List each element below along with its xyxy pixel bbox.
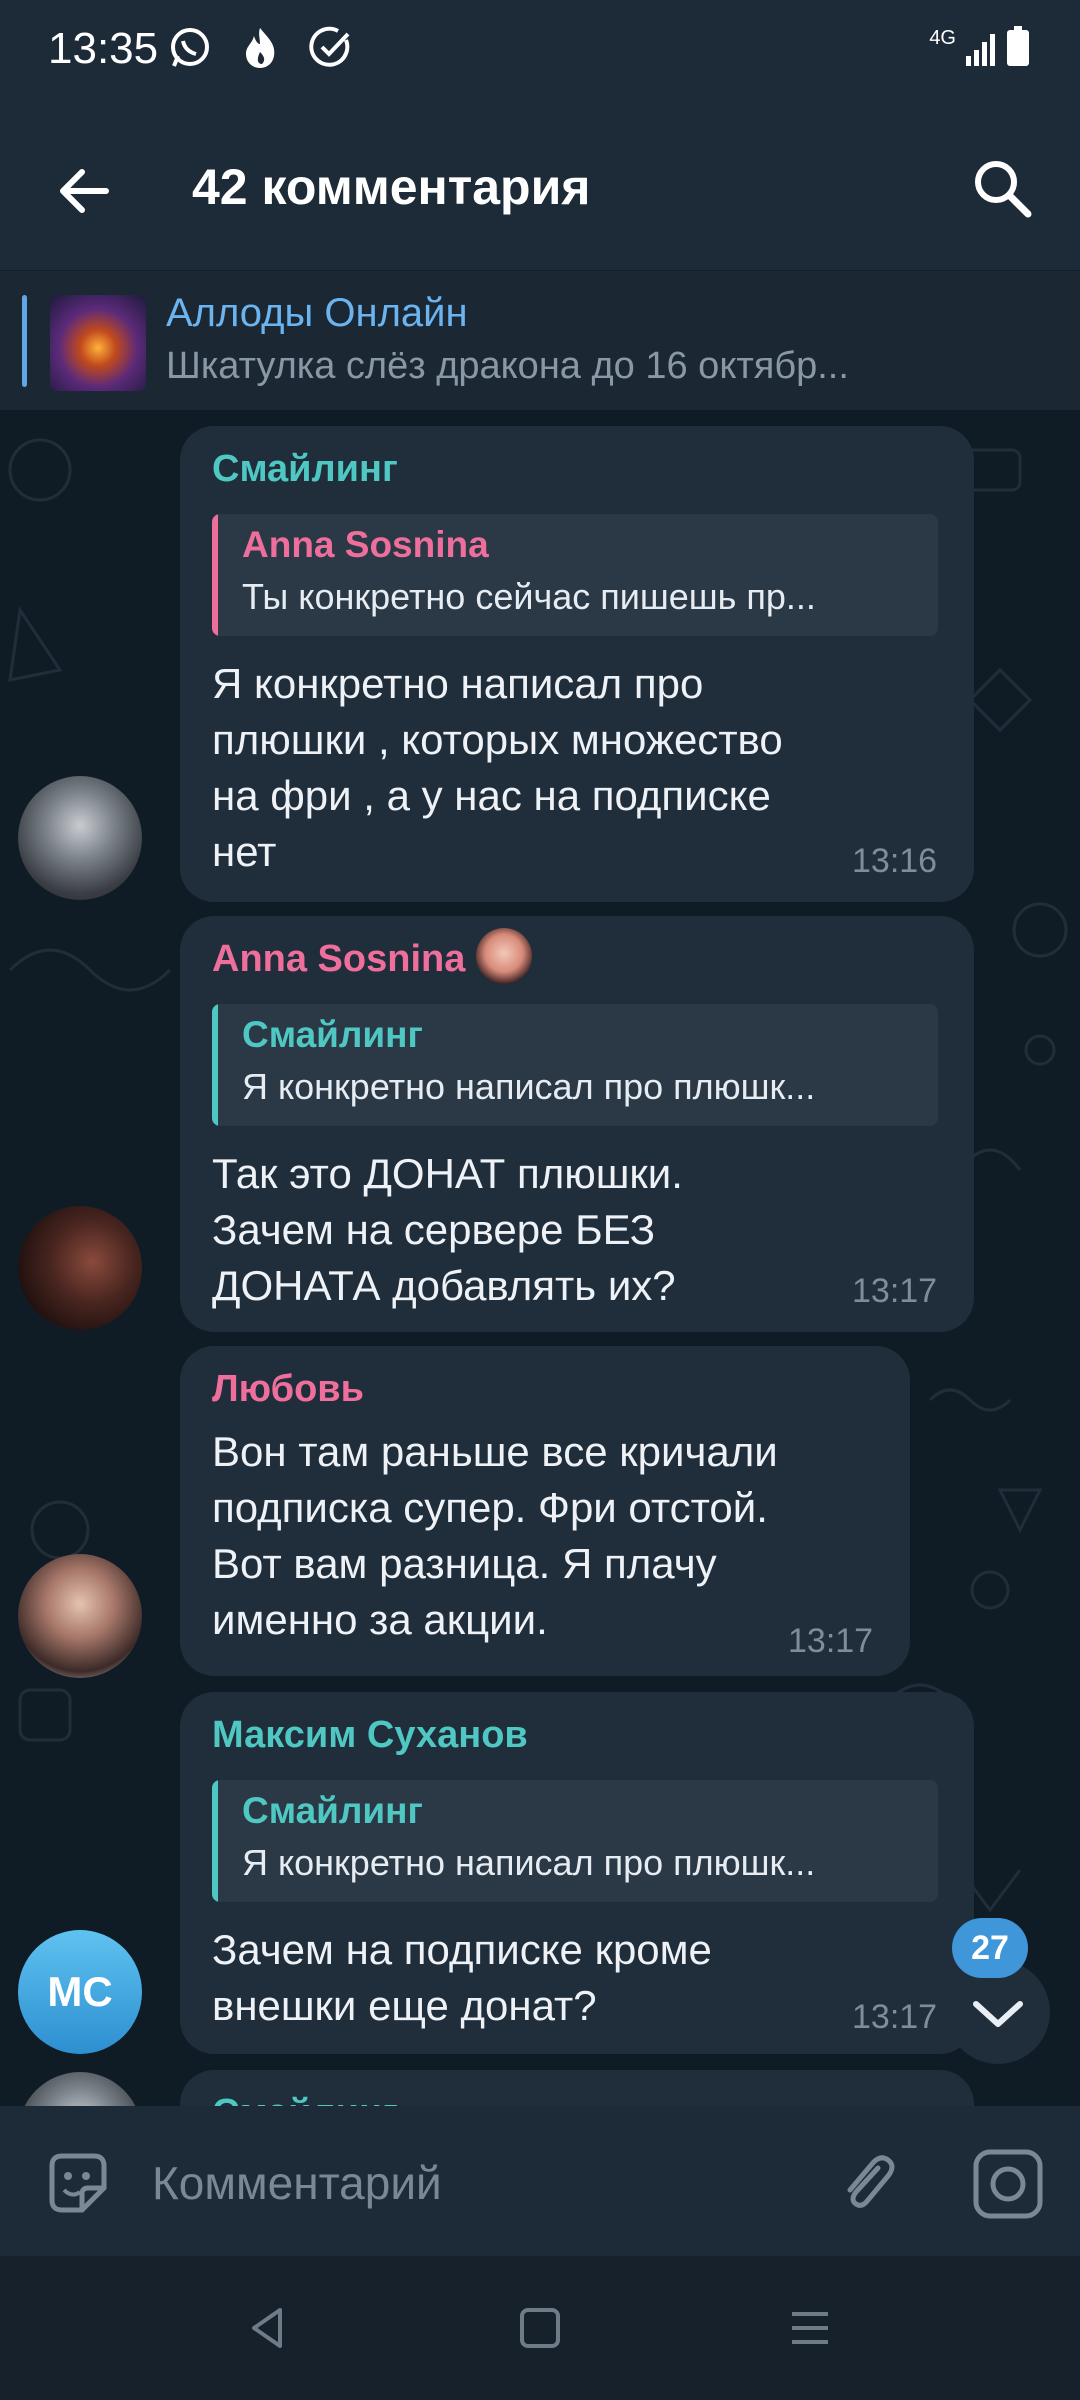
avatar-initials: МС: [47, 1968, 113, 2015]
pinned-post[interactable]: Аллоды Онлайн Шкатулка слёз дракона до 1…: [0, 270, 1080, 411]
network-label: 4G: [929, 27, 956, 49]
reply-accent-bar: [212, 1780, 218, 1902]
system-navigation-bar: [0, 2256, 1080, 2400]
notification-icons: [168, 26, 352, 70]
message-time: 13:17: [788, 1622, 874, 1660]
reply-accent-bar: [212, 1004, 218, 1126]
triangle-back-icon: [252, 2308, 282, 2348]
pinned-accent-bar: [22, 295, 27, 387]
avatar[interactable]: [18, 1206, 142, 1330]
nav-recents-button[interactable]: [782, 2300, 838, 2356]
pinned-subtitle: Шкатулка слёз дракона до 16 октябр...: [166, 345, 849, 387]
avatar[interactable]: [18, 776, 142, 900]
menu-lines-icon: [792, 2312, 828, 2344]
nav-home-button[interactable]: [512, 2300, 568, 2356]
message-time: 13:17: [852, 1998, 938, 2036]
comment-composer: [0, 2106, 1080, 2256]
attach-button[interactable]: [830, 2146, 906, 2222]
reply-preview[interactable]: Смайлинг Я конкретно написал про плюшк..…: [212, 1780, 938, 1902]
comment-input[interactable]: [150, 2144, 794, 2222]
unread-count-badge: 27: [952, 1918, 1028, 1978]
pinned-thumbnail: [50, 295, 146, 391]
reply-preview[interactable]: Anna Sosnina Ты конкретно сейчас пишешь …: [212, 514, 938, 636]
battery-icon: [1007, 26, 1029, 66]
message-bubble[interactable]: Максим Суханов Смайлинг Я конкретно напи…: [180, 1692, 974, 2054]
chat-header: 42 комментария: [0, 100, 1080, 270]
avatar[interactable]: [18, 1554, 142, 1678]
sticker-button[interactable]: [42, 2148, 114, 2220]
camera-button[interactable]: [970, 2146, 1046, 2222]
message-author[interactable]: Максим Суханов: [212, 1714, 528, 1757]
message-text: Зачем на подписке кроме внешки еще донат…: [212, 1926, 712, 2029]
message-author[interactable]: Anna Sosnina: [212, 938, 465, 981]
reply-author: Смайлинг: [242, 1790, 423, 1831]
back-arrow-icon: [60, 169, 109, 213]
sticker-icon: [49, 2153, 107, 2213]
pinned-title: Аллоды Онлайн: [166, 291, 468, 335]
message-text: Я конкретно написал про плюшки , которых…: [212, 660, 783, 875]
message-bubble[interactable]: Anna Sosnina Смайлинг Я конкретно написа…: [180, 916, 974, 1332]
search-icon: [975, 161, 1032, 218]
message-bubble[interactable]: Смайлинг: [180, 2070, 974, 2106]
message-time: 13:16: [852, 842, 938, 880]
message-time: 13:17: [852, 1272, 938, 1310]
reply-author: Anna Sosnina: [242, 524, 489, 565]
avatar[interactable]: МС: [18, 1930, 142, 2054]
status-bar: 13:35 4G: [0, 0, 1080, 100]
message-list[interactable]: Смайлинг Anna Sosnina Ты конкретно сейча…: [0, 410, 1080, 2106]
signal-icon: [966, 34, 995, 66]
message-author[interactable]: Смайлинг: [212, 448, 398, 491]
flame-icon: [238, 26, 282, 70]
paperclip-icon: [847, 2155, 895, 2208]
page-title: 42 комментария: [192, 159, 591, 215]
message-bubble[interactable]: Любовь Вон там раньше все кричали подпис…: [180, 1346, 910, 1676]
status-time: 13:35: [48, 24, 159, 73]
reply-preview[interactable]: Смайлинг Я конкретно написал про плюшк..…: [212, 1004, 938, 1126]
reply-author: Смайлинг: [242, 1014, 423, 1055]
system-indicators: 4G: [929, 26, 1030, 66]
search-button[interactable]: [966, 152, 1040, 226]
check-circle-icon: [308, 26, 352, 70]
reply-text: Ты конкретно сейчас пишешь пр...: [242, 576, 816, 617]
camera-icon: [973, 2149, 1043, 2219]
reply-text: Я конкретно написал про плюшк...: [242, 1066, 816, 1107]
message-text: Так это ДОНАТ плюшки. Зачем на сервере Б…: [212, 1150, 683, 1309]
message-author[interactable]: Любовь: [212, 1368, 364, 1411]
nav-back-button[interactable]: [240, 2300, 296, 2356]
emoji-status-icon: [476, 928, 532, 984]
reply-accent-bar: [212, 514, 218, 636]
message-bubble[interactable]: Смайлинг Anna Sosnina Ты конкретно сейча…: [180, 426, 974, 902]
reply-text: Я конкретно написал про плюшк...: [242, 1842, 816, 1883]
back-button[interactable]: [50, 156, 120, 226]
square-home-icon: [520, 2308, 560, 2348]
message-author[interactable]: Смайлинг: [212, 2092, 398, 2106]
message-text: Вон там раньше все кричали подписка супе…: [212, 1428, 778, 1643]
whatsapp-icon: [168, 26, 212, 70]
